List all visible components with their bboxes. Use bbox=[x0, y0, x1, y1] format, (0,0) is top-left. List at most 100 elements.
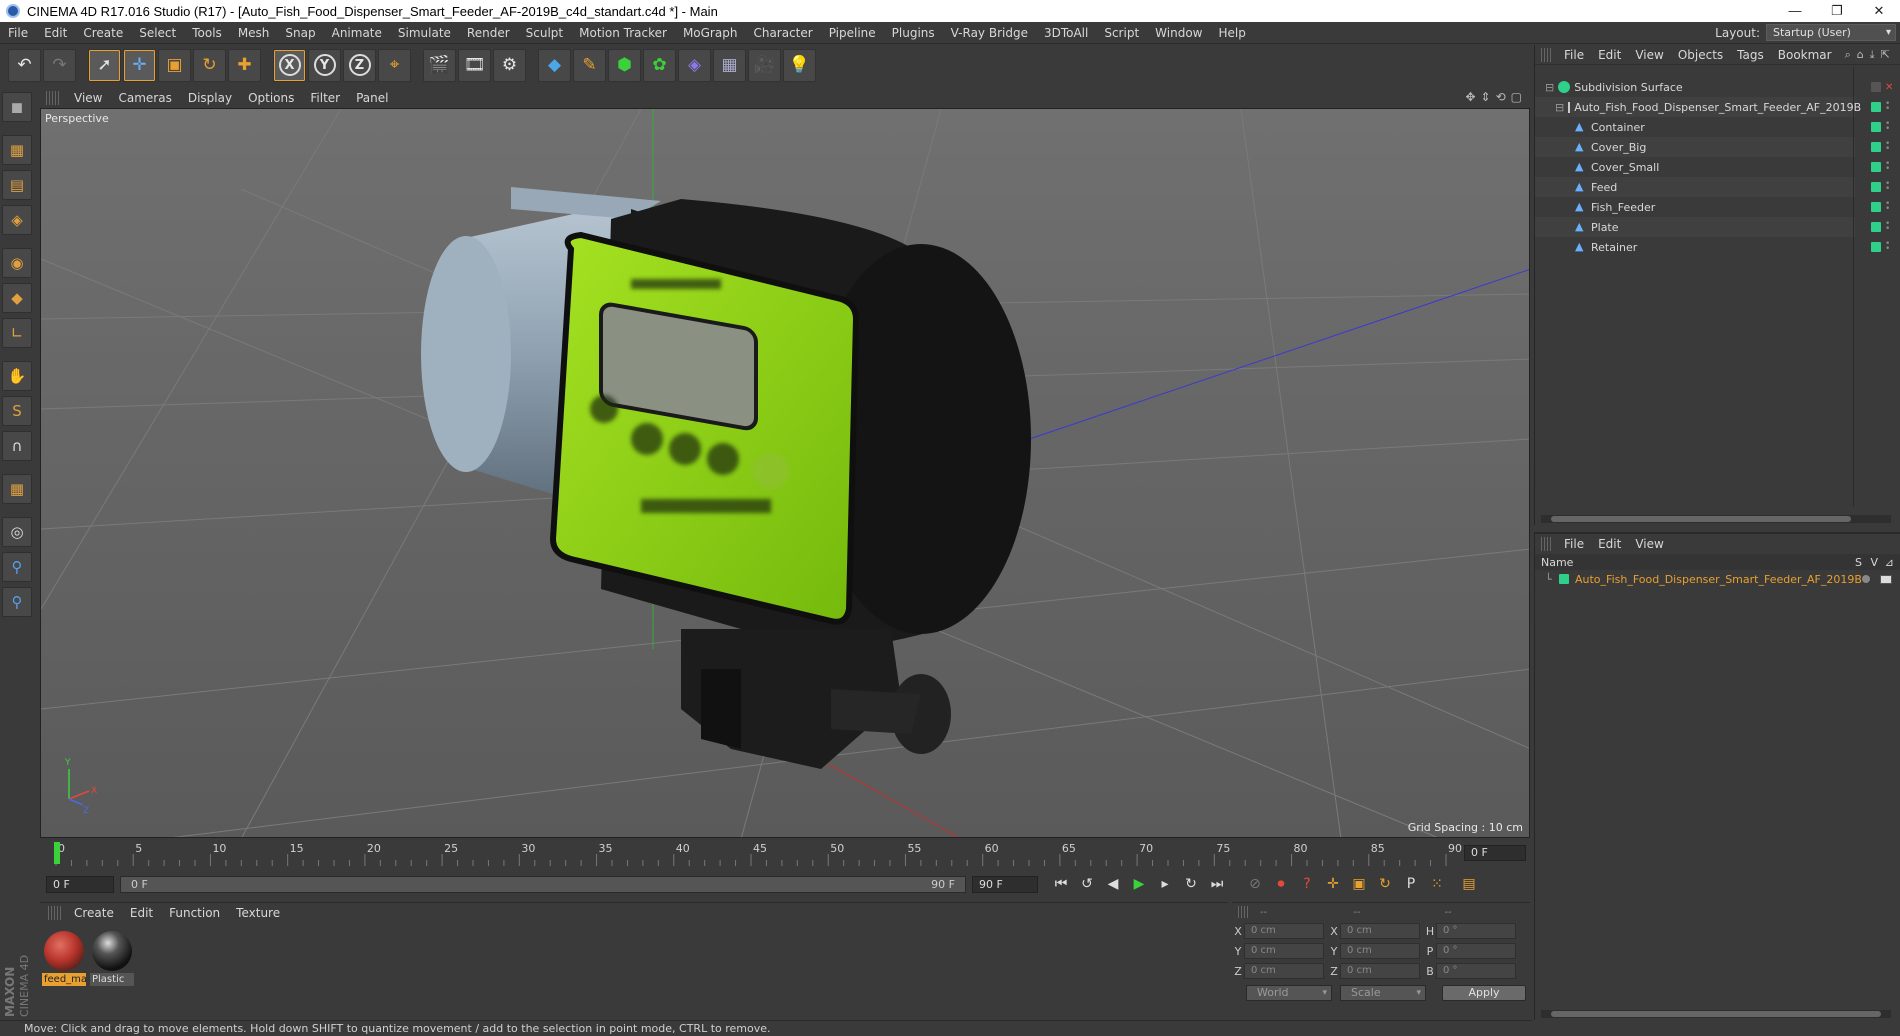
menu-simulate[interactable]: Simulate bbox=[390, 22, 459, 44]
pan-view-icon[interactable]: ✥ bbox=[1465, 90, 1475, 104]
rotate-view-icon[interactable]: ⟲ bbox=[1496, 90, 1506, 104]
menu-vray-bridge[interactable]: V-Ray Bridge bbox=[943, 22, 1036, 44]
key-pla-button[interactable]: ⁙ bbox=[1424, 872, 1450, 896]
viewport-menu-view[interactable]: View bbox=[66, 91, 110, 105]
subdivision-surface-button[interactable]: ⬢ bbox=[608, 48, 641, 82]
record-button[interactable]: ⏺ bbox=[1268, 872, 1294, 896]
close-tag-icon[interactable]: ✕ bbox=[1885, 82, 1893, 93]
rotation-b-field[interactable]: 0 ° bbox=[1436, 963, 1516, 979]
position-x-field[interactable]: 0 cm bbox=[1244, 923, 1324, 939]
apply-button[interactable]: Apply bbox=[1442, 985, 1526, 1001]
collapse-icon[interactable]: ⤓ bbox=[1870, 48, 1875, 62]
coordinate-space-dropdown[interactable]: World bbox=[1246, 985, 1332, 1001]
snap-button[interactable]: ▦ bbox=[2, 474, 32, 504]
playhead-marker[interactable] bbox=[54, 842, 60, 864]
menu-create[interactable]: Create bbox=[75, 22, 131, 44]
start-frame-field[interactable]: 0 F bbox=[46, 875, 114, 893]
layout-dropdown[interactable]: Startup (User) bbox=[1766, 24, 1896, 41]
y-axis-lock-button[interactable]: Y bbox=[308, 48, 341, 82]
tree-item-subdivision-surface[interactable]: ⊟ Subdivision Surface bbox=[1535, 77, 1855, 97]
layer-swatch[interactable] bbox=[1871, 82, 1881, 92]
size-mode-dropdown[interactable]: Scale bbox=[1340, 985, 1426, 1001]
panel-grip-icon[interactable] bbox=[1541, 47, 1553, 62]
material-plastic[interactable]: Plastic bbox=[90, 929, 134, 986]
go-to-start-button[interactable]: ⏮ bbox=[1048, 872, 1074, 896]
polygons-mode-button[interactable]: ∟ bbox=[2, 318, 32, 348]
viewport-menu-filter[interactable]: Filter bbox=[302, 91, 348, 105]
menu-motion-tracker[interactable]: Motion Tracker bbox=[571, 22, 675, 44]
tree-item-auto-fish-food-dispenser[interactable]: ⊟ Auto_Fish_Food_Dispenser_Smart_Feeder_… bbox=[1535, 97, 1861, 117]
go-to-end-button[interactable]: ⏭ bbox=[1204, 872, 1230, 896]
visibility-dots-icon[interactable]: • • bbox=[1885, 180, 1890, 194]
visibility-dots-icon[interactable]: • • bbox=[1885, 100, 1890, 114]
scrollbar-thumb[interactable] bbox=[1551, 1011, 1881, 1017]
current-frame-field[interactable]: 0 F bbox=[1464, 845, 1526, 861]
points-mode-button[interactable]: ◉ bbox=[2, 248, 32, 278]
menu-edit[interactable]: Edit bbox=[36, 22, 75, 44]
menu-mesh[interactable]: Mesh bbox=[230, 22, 278, 44]
panel-grip-icon[interactable] bbox=[46, 91, 60, 105]
key-rotation-button[interactable]: ↻ bbox=[1372, 872, 1398, 896]
v-column-header[interactable]: V bbox=[1870, 556, 1878, 569]
python-script-button-2[interactable]: ⚲ bbox=[2, 587, 32, 617]
position-z-field[interactable]: 0 cm bbox=[1244, 963, 1324, 979]
last-tool-button[interactable]: ✚ bbox=[228, 48, 261, 82]
panel-grip-icon[interactable] bbox=[1238, 906, 1250, 918]
s-column-header[interactable]: S bbox=[1855, 556, 1862, 569]
menu-render[interactable]: Render bbox=[459, 22, 518, 44]
collapse-toggle-icon[interactable]: ⊟ bbox=[1555, 101, 1564, 114]
menu-3dtoall[interactable]: 3DToAll bbox=[1036, 22, 1096, 44]
solo-button[interactable]: ∩ bbox=[2, 431, 32, 461]
model-mode-button[interactable]: ▦ bbox=[2, 135, 32, 165]
key-position-button[interactable]: ✛ bbox=[1320, 872, 1346, 896]
zoom-view-icon[interactable]: ⇕ bbox=[1481, 90, 1491, 104]
undo-button[interactable]: ↶ bbox=[8, 48, 41, 82]
objects-menu-edit[interactable]: Edit bbox=[1591, 48, 1628, 62]
tree-item-fish-feeder[interactable]: ▲ Fish_Feeder bbox=[1535, 197, 1855, 217]
r-column-header[interactable]: ⊿ bbox=[1885, 556, 1894, 569]
camera-object-button[interactable]: 🎥 bbox=[748, 48, 781, 82]
maximize-view-icon[interactable]: ▢ bbox=[1511, 90, 1522, 104]
tweak-mode-button[interactable]: S bbox=[2, 396, 32, 426]
position-y-field[interactable]: 0 cm bbox=[1244, 943, 1324, 959]
menu-plugins[interactable]: Plugins bbox=[884, 22, 943, 44]
layer-row[interactable]: └ Auto_Fish_Food_Dispenser_Smart_Feeder_… bbox=[1535, 570, 1900, 588]
viewport-menu-display[interactable]: Display bbox=[180, 91, 240, 105]
motion-path-button[interactable]: ⊘ bbox=[1242, 872, 1268, 896]
panel-grip-icon[interactable] bbox=[1541, 537, 1553, 551]
coordinate-system-button[interactable]: ⌖ bbox=[378, 48, 411, 82]
frame-range-slider[interactable]: 0 F 90 F bbox=[120, 875, 966, 893]
menu-script[interactable]: Script bbox=[1096, 22, 1147, 44]
visibility-swatch[interactable] bbox=[1871, 182, 1881, 192]
python-script-button[interactable]: ⚲ bbox=[2, 552, 32, 582]
render-settings-button[interactable]: ⚙ bbox=[493, 48, 526, 82]
perspective-viewport[interactable]: Y X Z Perspective Grid Spacing : 10 cm bbox=[40, 108, 1530, 838]
close-button[interactable]: ✕ bbox=[1858, 0, 1900, 22]
next-frame-button[interactable]: ▸ bbox=[1152, 872, 1178, 896]
tree-item-plate[interactable]: ▲ Plate bbox=[1535, 217, 1855, 237]
workplane-mode-button[interactable]: ◈ bbox=[2, 205, 32, 235]
objects-menu-tags[interactable]: Tags bbox=[1730, 48, 1771, 62]
make-editable-button[interactable]: ◼ bbox=[2, 92, 32, 122]
scrollbar-thumb[interactable] bbox=[1551, 516, 1851, 522]
rotation-h-field[interactable]: 0 ° bbox=[1436, 923, 1516, 939]
material-menu-edit[interactable]: Edit bbox=[122, 906, 161, 920]
end-frame-field[interactable]: 90 F bbox=[972, 875, 1038, 893]
visibility-swatch[interactable] bbox=[1871, 122, 1881, 132]
scale-tool-button[interactable]: ▣ bbox=[158, 48, 191, 82]
workplane-button[interactable]: ◎ bbox=[2, 517, 32, 547]
pen-spline-button[interactable]: ✎ bbox=[573, 48, 606, 82]
visibility-toggle-icon[interactable] bbox=[1880, 574, 1892, 584]
visibility-dots-icon[interactable]: • • bbox=[1885, 220, 1890, 234]
menu-file[interactable]: File bbox=[0, 22, 36, 44]
menu-animate[interactable]: Animate bbox=[324, 22, 390, 44]
visibility-dots-icon[interactable]: • • bbox=[1885, 160, 1890, 174]
panel-grip-icon[interactable] bbox=[48, 906, 62, 920]
timeline-ruler[interactable]: 0 5 10 15 20 25 30 35 40 45 50 55 60 65 70 75 80 85 90 0 F bbox=[40, 840, 1530, 866]
new-window-icon[interactable]: ⇱ bbox=[1881, 48, 1890, 61]
tree-item-feed[interactable]: ▲ Feed bbox=[1535, 177, 1855, 197]
visibility-swatch[interactable] bbox=[1871, 242, 1881, 252]
key-parameter-button[interactable]: P bbox=[1398, 872, 1424, 896]
edges-mode-button[interactable]: ◆ bbox=[2, 283, 32, 313]
layers-menu-view[interactable]: View bbox=[1628, 537, 1670, 551]
